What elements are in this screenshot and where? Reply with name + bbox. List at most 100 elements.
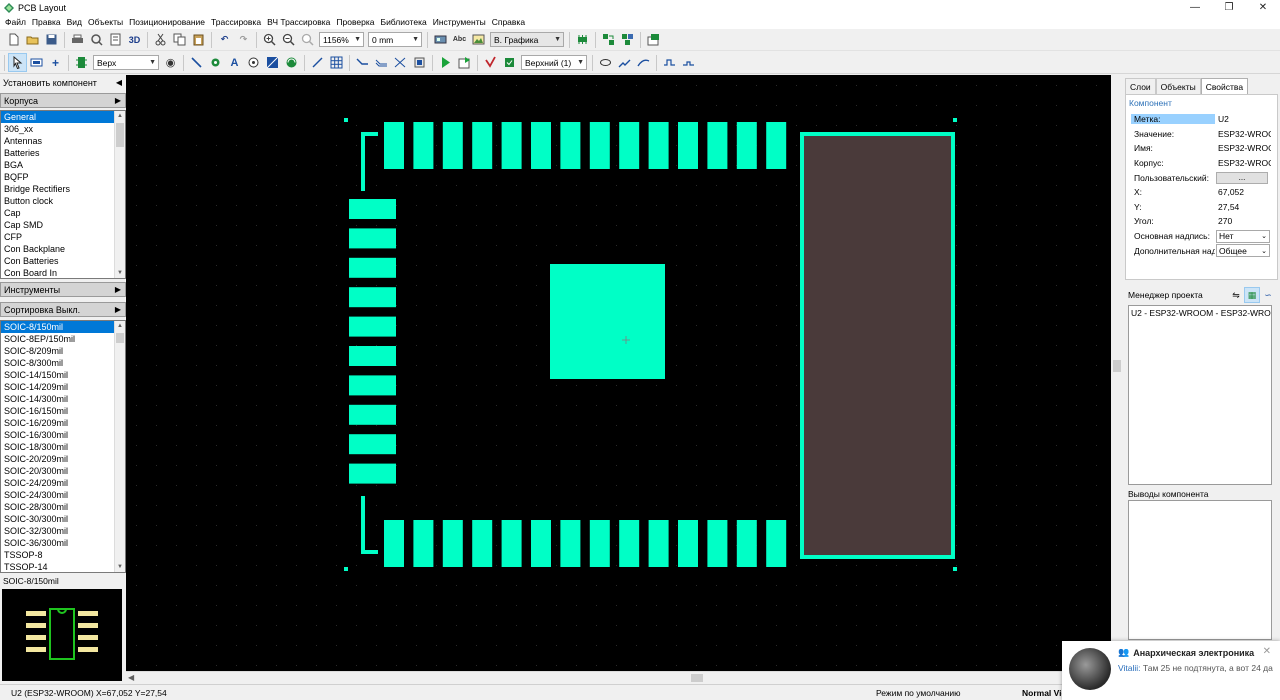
list-item[interactable]: SOIC-14/209mil [1, 381, 125, 393]
list-item[interactable]: Con Batteries [1, 255, 125, 267]
close-icon[interactable]: ✕ [1263, 646, 1271, 657]
cut-icon[interactable] [151, 30, 170, 49]
minimize-button[interactable]: — [1178, 0, 1212, 15]
bottom-pad[interactable] [384, 520, 404, 567]
pcb-canvas[interactable] [126, 75, 1111, 671]
list-item[interactable]: Bridge Rectifiers [1, 183, 125, 195]
top-pad[interactable] [413, 122, 434, 169]
list-item[interactable]: SOIC-16/150mil [1, 405, 125, 417]
grid-select[interactable]: 0 mm ▼ [368, 32, 422, 47]
list-item[interactable]: TSSOP-8 [1, 549, 125, 561]
list-item[interactable]: Button clock [1, 195, 125, 207]
bottom-pad[interactable] [560, 520, 581, 567]
zoom-select[interactable]: 1156% ▼ [319, 32, 364, 47]
undo-icon[interactable]: ↶ [215, 30, 234, 49]
list-item[interactable]: BQFP [1, 171, 125, 183]
package-list-scrollbar[interactable]: ▲ ▼ [114, 111, 125, 278]
print-preview-icon[interactable] [87, 30, 106, 49]
prop-row-x[interactable]: X: 67,052 [1131, 185, 1273, 200]
pad-tool-icon[interactable] [206, 53, 225, 72]
list-item[interactable]: SOIC-16/300mil [1, 429, 125, 441]
export-icon[interactable] [106, 30, 125, 49]
menu-check[interactable]: Проверка [333, 17, 377, 27]
menu-positioning[interactable]: Позиционирование [126, 17, 208, 27]
new-file-icon[interactable] [4, 30, 23, 49]
bottom-pad[interactable] [472, 520, 493, 567]
list-item[interactable]: 306_xx [1, 123, 125, 135]
prop-row-main-label[interactable]: Основная надпись: Нет ⌄ [1131, 229, 1273, 244]
bottom-pad[interactable] [413, 520, 434, 567]
list-item[interactable]: Con Board In [1, 267, 125, 278]
bottom-pad[interactable] [531, 520, 551, 567]
list-item[interactable]: SOIC-24/209mil [1, 477, 125, 489]
components-view-icon[interactable]: ▦ [1244, 287, 1260, 303]
menu-objects[interactable]: Объекты [85, 17, 126, 27]
gap-icon[interactable] [679, 53, 698, 72]
track-tool-icon[interactable] [187, 53, 206, 72]
scroll-left-icon[interactable]: ◀ [128, 673, 134, 682]
schematic-link-icon[interactable]: ⇋ [1228, 287, 1244, 303]
bottom-pad[interactable] [678, 520, 698, 567]
antenna-keepout-area[interactable] [800, 132, 955, 559]
top-pad[interactable] [678, 122, 698, 169]
menu-routing[interactable]: Трассировка [208, 17, 264, 27]
list-item[interactable]: SOIC-8EP/150mil [1, 333, 125, 345]
menu-edit[interactable]: Правка [29, 17, 64, 27]
list-item[interactable]: SOIC-30/300mil [1, 513, 125, 525]
prop-value[interactable]: 67,052 [1215, 187, 1271, 197]
tab-layers[interactable]: Слои [1125, 78, 1156, 94]
grid-icon[interactable] [327, 53, 346, 72]
print-icon[interactable] [68, 30, 87, 49]
list-item[interactable]: SOIC-20/209mil [1, 453, 125, 465]
crosshair-icon[interactable]: + [46, 53, 65, 72]
list-item[interactable]: Con Backplane [1, 243, 125, 255]
scroll-up-icon[interactable]: ▲ [115, 111, 125, 121]
left-pad[interactable] [349, 434, 396, 455]
list-item[interactable]: SOIC-36/300mil [1, 537, 125, 549]
zoom-out-icon[interactable] [279, 30, 298, 49]
list-item[interactable]: SOIC-28/300mil [1, 501, 125, 513]
left-pad[interactable] [349, 199, 396, 219]
zoom-in-icon[interactable] [260, 30, 279, 49]
menu-rf-routing[interactable]: ВЧ Трассировка [264, 17, 333, 27]
prop-row-angle[interactable]: Угол: 270 [1131, 214, 1273, 229]
menu-tools[interactable]: Инструменты [430, 17, 489, 27]
prop-row-custom[interactable]: Пользовательский:... [1131, 170, 1273, 185]
list-item[interactable]: General [1, 111, 125, 123]
footprint-list-scrollbar[interactable]: ▲ ▼ [114, 321, 125, 572]
scroll-up-icon[interactable]: ▲ [115, 321, 125, 331]
meander-icon[interactable] [660, 53, 679, 72]
collapse-left-icon[interactable]: ◀ [116, 78, 122, 87]
list-item[interactable]: SOIC-16/209mil [1, 417, 125, 429]
list-item[interactable]: Cap SMD [1, 219, 125, 231]
route-diff-icon[interactable] [372, 53, 391, 72]
drc-icon[interactable] [481, 53, 500, 72]
scroll-down-icon[interactable]: ▼ [115, 562, 125, 572]
via-tool-icon[interactable] [244, 53, 263, 72]
prop-value[interactable]: 27,54 [1215, 202, 1271, 212]
layer-icon[interactable] [72, 53, 91, 72]
tab-properties[interactable]: Свойства [1200, 78, 1249, 94]
left-pad[interactable] [349, 287, 396, 308]
left-pad[interactable] [349, 228, 396, 249]
list-item[interactable]: SOIC-8/300mil [1, 357, 125, 369]
split-track-icon[interactable] [391, 53, 410, 72]
canvas-vertical-scrollbar[interactable] [1111, 75, 1123, 684]
top-pad[interactable] [531, 122, 551, 169]
install-component-header[interactable]: Установить компонент ◀ [0, 75, 126, 90]
scroll-thumb[interactable] [1113, 360, 1121, 372]
list-item[interactable]: SOIC-8/150mil [1, 321, 125, 333]
list-item[interactable]: SOIC-14/150mil [1, 369, 125, 381]
custom-ellipsis-button[interactable]: ... [1216, 171, 1268, 184]
list-item[interactable]: Cap [1, 207, 125, 219]
import-icon[interactable] [644, 30, 663, 49]
package-list[interactable]: General 306_xx Antennas Batteries BGA BQ… [0, 110, 126, 279]
prop-row-extra-label[interactable]: Дополнительная надпись: Общее ⌄ [1131, 243, 1273, 258]
menu-view[interactable]: Вид [64, 17, 85, 27]
measure-icon[interactable] [308, 53, 327, 72]
run-icon[interactable] [436, 53, 455, 72]
length-tune-icon[interactable] [615, 53, 634, 72]
left-pad[interactable] [349, 463, 396, 484]
save-icon[interactable] [42, 30, 61, 49]
scroll-thumb[interactable] [116, 123, 124, 147]
